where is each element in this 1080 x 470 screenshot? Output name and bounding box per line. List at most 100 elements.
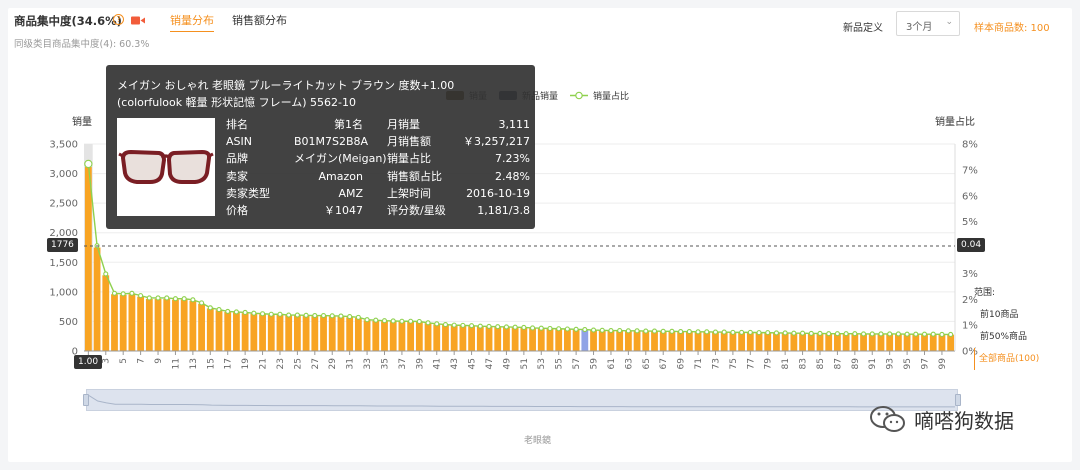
share-point bbox=[469, 323, 475, 329]
bar bbox=[494, 327, 502, 351]
bar bbox=[320, 316, 327, 351]
share-point bbox=[625, 328, 631, 334]
tooltip-left-table: 排名 第1名 ASIN B01M7S2B8A 品牌 メイガン(Meigan) 卖家 Amazo… bbox=[226, 116, 387, 219]
share-point bbox=[843, 331, 849, 337]
bar bbox=[546, 328, 554, 351]
share-point bbox=[712, 329, 719, 335]
share-point bbox=[442, 322, 449, 328]
bar bbox=[703, 332, 711, 351]
x-tick-label: 89 bbox=[851, 358, 861, 370]
bar bbox=[868, 334, 876, 351]
bar bbox=[572, 329, 580, 351]
bar bbox=[894, 334, 902, 351]
x-tick-label: 37 bbox=[398, 358, 408, 369]
bar bbox=[729, 332, 737, 351]
bar bbox=[642, 331, 650, 351]
share-point bbox=[800, 330, 806, 336]
bar bbox=[921, 334, 928, 351]
bar bbox=[363, 320, 371, 351]
share-point bbox=[817, 330, 823, 336]
share-point bbox=[242, 309, 248, 315]
bar bbox=[564, 329, 571, 351]
x-tick-label: 11 bbox=[171, 358, 181, 369]
bar bbox=[215, 310, 223, 351]
bar bbox=[886, 334, 894, 351]
share-point bbox=[686, 329, 692, 335]
zoom-slider[interactable] bbox=[83, 389, 961, 411]
share-point bbox=[390, 318, 396, 324]
bar bbox=[903, 334, 911, 351]
share-point bbox=[320, 313, 327, 319]
share-point bbox=[887, 331, 893, 337]
bar bbox=[929, 334, 937, 351]
bar bbox=[241, 313, 249, 351]
bar bbox=[476, 326, 484, 351]
bar bbox=[485, 326, 493, 351]
share-point bbox=[617, 328, 623, 334]
x-tick-label: 13 bbox=[189, 358, 199, 369]
share-point bbox=[852, 331, 858, 337]
x-tick-label: 95 bbox=[903, 358, 913, 369]
y-crosshair-value: 1776 bbox=[47, 238, 78, 252]
slider-left-handle[interactable] bbox=[83, 394, 89, 406]
x-tick-label: 35 bbox=[380, 358, 390, 369]
bar bbox=[442, 324, 449, 351]
share-point bbox=[225, 308, 231, 314]
share-point bbox=[704, 329, 710, 335]
bar bbox=[503, 327, 510, 351]
bar bbox=[529, 328, 536, 351]
tooltip-left-value: ￥1047 bbox=[324, 204, 363, 218]
bar bbox=[259, 314, 266, 351]
share-point bbox=[164, 295, 170, 301]
tooltip-left-row: ASIN B01M7S2B8A bbox=[226, 133, 368, 150]
share-point bbox=[739, 329, 745, 335]
share-point bbox=[643, 328, 649, 334]
bar bbox=[668, 331, 676, 351]
bar bbox=[790, 333, 798, 351]
share-point bbox=[103, 271, 109, 277]
bar bbox=[84, 167, 92, 351]
x-tick-label: 47 bbox=[485, 358, 495, 369]
x-tick-label: 93 bbox=[886, 358, 896, 369]
share-point bbox=[460, 322, 466, 328]
share-point bbox=[146, 295, 152, 301]
range-all[interactable]: 全部商品(100) bbox=[974, 348, 1039, 370]
share-point bbox=[860, 331, 867, 337]
share-point bbox=[930, 331, 936, 337]
share-point bbox=[669, 328, 675, 334]
x-tick-label: 19 bbox=[241, 358, 251, 370]
x-tick-label: 57 bbox=[572, 358, 582, 369]
range-top50pct[interactable]: 前50%商品 bbox=[974, 326, 1039, 348]
share-point bbox=[895, 331, 901, 337]
tooltip-left-key: 价格 bbox=[226, 204, 248, 218]
share-point bbox=[416, 318, 422, 325]
x-tick-label: 79 bbox=[764, 358, 774, 370]
bar bbox=[372, 320, 380, 351]
tooltip-left-row: 品牌 メイガン(Meigan) bbox=[226, 150, 387, 167]
bar bbox=[267, 314, 275, 351]
bar bbox=[694, 332, 702, 351]
share-point bbox=[634, 328, 640, 334]
bar bbox=[685, 331, 693, 351]
bar bbox=[755, 332, 763, 351]
share-point bbox=[939, 331, 945, 337]
share-point bbox=[355, 314, 361, 320]
tooltip-left-key: 卖家 bbox=[226, 169, 248, 183]
bar bbox=[389, 321, 397, 351]
y2-tick-label: 6% bbox=[962, 191, 978, 202]
share-point bbox=[364, 317, 370, 323]
share-point bbox=[381, 318, 388, 324]
tooltip-right-value: 1,181/3.8 bbox=[477, 204, 530, 218]
share-point bbox=[765, 330, 771, 336]
bar bbox=[189, 300, 197, 351]
share-point bbox=[599, 327, 605, 333]
share-point bbox=[808, 330, 814, 336]
share-point bbox=[547, 325, 553, 332]
range-title: 范围: bbox=[974, 288, 996, 298]
range-top10[interactable]: 前10商品 bbox=[974, 304, 1039, 326]
x-tick-label: 81 bbox=[781, 358, 791, 369]
watermark: 嘀嗒狗数据 bbox=[868, 404, 1014, 434]
y2-tick-label: 7% bbox=[962, 165, 978, 176]
tooltip-right-row: 上架时间 2016-10-19 bbox=[387, 185, 530, 202]
bar bbox=[198, 303, 205, 351]
